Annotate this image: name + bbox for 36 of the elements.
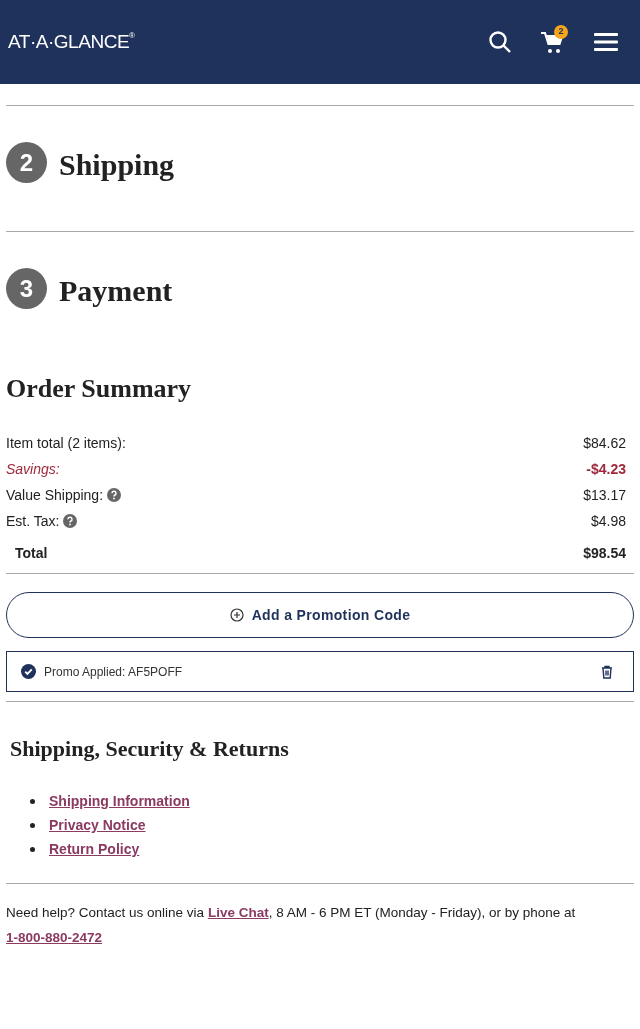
step-number: 3 <box>6 268 47 309</box>
help-text: Need help? Contact us online via Live Chat, 8 AM - 6 PM ET (Monday - Friday), or by phone at 1-800-880-2472 <box>6 904 577 947</box>
logo[interactable]: AT·A·GLANCE® <box>8 27 135 57</box>
step-number: 2 <box>6 142 47 183</box>
step-title: Payment <box>59 273 173 309</box>
cart-count-badge: 2 <box>554 25 568 39</box>
bullet <box>30 847 35 852</box>
search-icon[interactable] <box>488 30 512 54</box>
summary-value: $84.62 <box>583 433 626 453</box>
plus-circle-icon <box>229 608 244 622</box>
promo-applied-text: Promo Applied: AF5POFF <box>44 663 183 681</box>
phone-link[interactable]: 1-800-880-2472 <box>6 930 103 945</box>
help-icon[interactable] <box>63 514 78 528</box>
step-title: Shipping <box>59 147 175 183</box>
menu-icon[interactable] <box>594 32 618 52</box>
bullet <box>30 823 35 828</box>
summary-value: -$4.23 <box>586 459 626 479</box>
help-icon[interactable] <box>107 488 122 502</box>
summary-label: Total <box>14 544 48 563</box>
summary-label: Item total (2 items): <box>6 433 126 453</box>
section-title: Order Summary <box>6 373 193 405</box>
bullet <box>30 799 35 804</box>
summary-value: $98.54 <box>583 544 626 563</box>
check-circle-icon <box>21 664 36 679</box>
summary-value: $13.17 <box>583 485 626 505</box>
cart-button[interactable]: 2 <box>540 29 566 55</box>
policy-link[interactable]: Shipping Information <box>49 791 190 812</box>
summary-label: Value Shipping: <box>6 485 104 505</box>
summary-label: Est. Tax: <box>6 511 60 531</box>
policy-link[interactable]: Return Policy <box>49 839 140 860</box>
section-title: Shipping, Security & Returns <box>10 735 290 763</box>
summary-value: $4.98 <box>590 511 626 531</box>
trash-icon[interactable] <box>601 664 613 679</box>
summary-label: Savings: <box>6 459 60 479</box>
policy-link[interactable]: Privacy Notice <box>49 815 146 836</box>
live-chat-link[interactable]: Live Chat <box>207 905 269 920</box>
